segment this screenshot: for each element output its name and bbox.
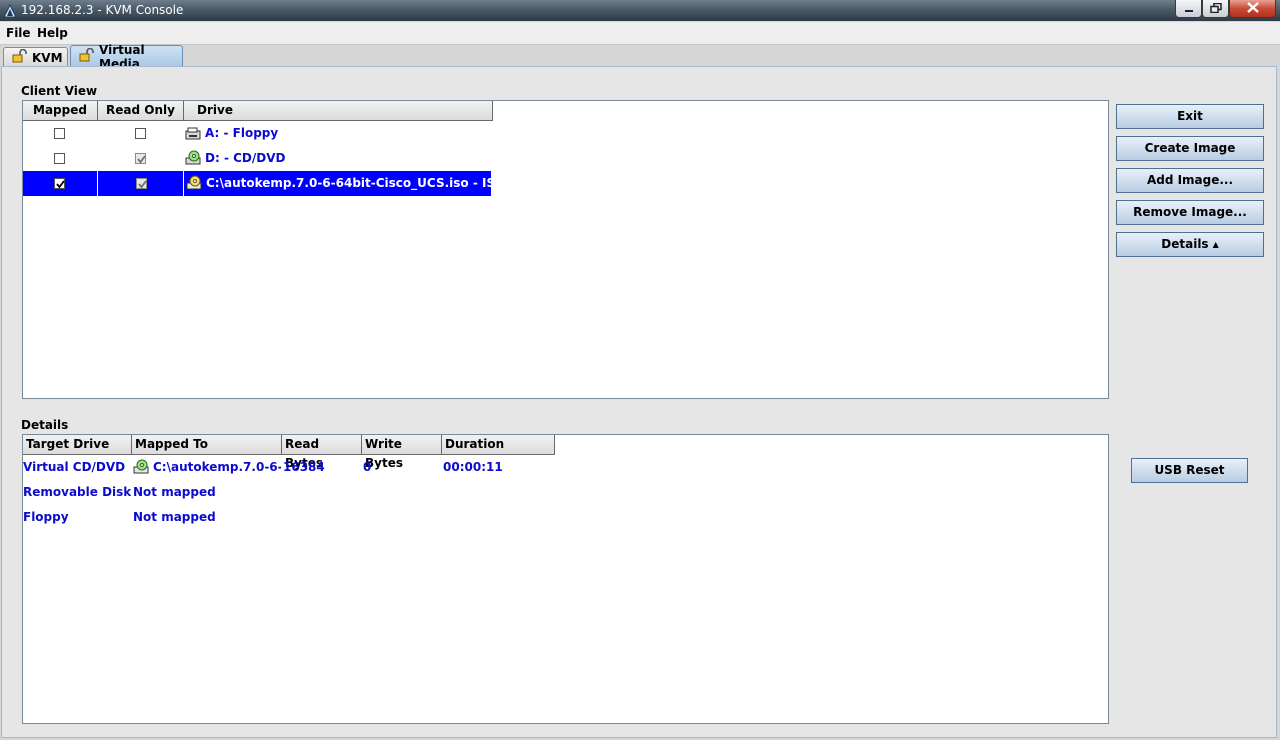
tab-strip: KVM Virtual Media bbox=[0, 43, 1280, 71]
virtual-media-panel: Client View Mapped Read Only Drive A: - … bbox=[1, 66, 1277, 738]
read-only-cell bbox=[97, 171, 183, 196]
target-drive-cell: Removable Disk bbox=[23, 485, 131, 499]
details-button-label: Details bbox=[1161, 237, 1209, 251]
mapped-to-cell: Not mapped bbox=[133, 510, 216, 524]
menu-help[interactable]: Help bbox=[37, 26, 68, 40]
mapped-cell bbox=[23, 146, 97, 171]
read-only-checkbox bbox=[135, 153, 146, 164]
mapped-checkbox[interactable] bbox=[54, 178, 65, 189]
tab-kvm-label: KVM bbox=[32, 50, 63, 65]
drive-name: A: - Floppy bbox=[205, 126, 279, 140]
mapped-cell bbox=[23, 121, 97, 146]
tab-kvm[interactable]: KVM bbox=[3, 47, 68, 67]
lock-icon bbox=[79, 47, 95, 65]
column-header-drive[interactable]: Drive bbox=[184, 101, 493, 121]
iso-image-icon bbox=[133, 459, 150, 478]
drive-cell: C:\autokemp.7.0-6-64bit-Cisco_UCS.iso - … bbox=[183, 171, 491, 196]
maximize-button[interactable] bbox=[1202, 0, 1229, 18]
mapped-to-cell: C:\autokemp.7.0-6-6... bbox=[153, 460, 281, 474]
window-title: 192.168.2.3 - KVM Console bbox=[21, 3, 184, 17]
minimize-icon bbox=[1184, 2, 1194, 16]
drive-name: C:\autokemp.7.0-6-64bit-Cisco_UCS.iso - … bbox=[206, 176, 491, 190]
read-only-checkbox[interactable] bbox=[135, 128, 146, 139]
target-drive-cell: Virtual CD/DVD bbox=[23, 460, 126, 474]
create-image-button[interactable]: Create Image bbox=[1116, 136, 1264, 161]
read-only-cell bbox=[97, 121, 183, 146]
app-icon bbox=[3, 3, 17, 21]
duration-cell: 00:00:11 bbox=[443, 460, 503, 474]
table-row[interactable]: D: - CD/DVD bbox=[23, 146, 491, 171]
table-row-selected[interactable]: C:\autokemp.7.0-6-64bit-Cisco_UCS.iso - … bbox=[23, 171, 491, 196]
column-header-read-bytes[interactable]: Read Bytes bbox=[282, 435, 362, 470]
chevron-up-icon: ▲ bbox=[1212, 240, 1219, 249]
column-header-target-drive[interactable]: Target Drive bbox=[23, 435, 132, 455]
lock-icon bbox=[12, 48, 28, 66]
drive-cell: A: - Floppy bbox=[183, 121, 491, 146]
mapped-checkbox[interactable] bbox=[54, 153, 65, 164]
client-view-label: Client View bbox=[21, 84, 98, 98]
column-header-mapped[interactable]: Mapped bbox=[23, 101, 98, 121]
client-view-table: Mapped Read Only Drive A: - Floppy D: - … bbox=[22, 100, 1109, 399]
column-header-write-bytes[interactable]: Write Bytes bbox=[362, 435, 442, 470]
drive-name: D: - CD/DVD bbox=[205, 151, 286, 165]
column-header-read-only[interactable]: Read Only bbox=[98, 101, 184, 121]
floppy-drive-icon bbox=[185, 125, 202, 146]
table-row[interactable]: A: - Floppy bbox=[23, 121, 491, 146]
iso-image-icon bbox=[186, 175, 203, 196]
column-header-mapped-to[interactable]: Mapped To bbox=[132, 435, 282, 455]
exit-button[interactable]: Exit bbox=[1116, 104, 1264, 129]
details-table: Target Drive Mapped To Read Bytes Write … bbox=[22, 434, 1109, 724]
menu-bar: File Help bbox=[0, 22, 1280, 45]
write-bytes-cell: 0 bbox=[363, 460, 372, 474]
menu-file[interactable]: File bbox=[6, 26, 31, 40]
details-button[interactable]: Details ▲ bbox=[1116, 232, 1264, 257]
read-only-checkbox bbox=[136, 178, 147, 189]
minimize-button[interactable] bbox=[1175, 0, 1202, 18]
drive-cell: D: - CD/DVD bbox=[183, 146, 491, 171]
remove-image-button[interactable]: Remove Image... bbox=[1116, 200, 1264, 225]
target-drive-cell: Floppy bbox=[23, 510, 69, 524]
tab-virtual-media[interactable]: Virtual Media bbox=[70, 43, 183, 71]
close-icon bbox=[1246, 1, 1259, 16]
usb-reset-button[interactable]: USB Reset bbox=[1131, 458, 1248, 483]
column-header-duration[interactable]: Duration bbox=[442, 435, 555, 455]
close-button[interactable] bbox=[1229, 0, 1276, 18]
mapped-checkbox[interactable] bbox=[54, 128, 65, 139]
window-title-bar[interactable]: 192.168.2.3 - KVM Console bbox=[0, 0, 1280, 21]
cd-drive-icon bbox=[185, 150, 202, 171]
read-bytes-cell: 16384 bbox=[283, 460, 325, 474]
mapped-to-cell: Not mapped bbox=[133, 485, 216, 499]
details-label: Details bbox=[21, 418, 69, 432]
restore-icon bbox=[1209, 2, 1222, 16]
mapped-cell bbox=[23, 171, 97, 196]
read-only-cell bbox=[97, 146, 183, 171]
add-image-button[interactable]: Add Image... bbox=[1116, 168, 1264, 193]
